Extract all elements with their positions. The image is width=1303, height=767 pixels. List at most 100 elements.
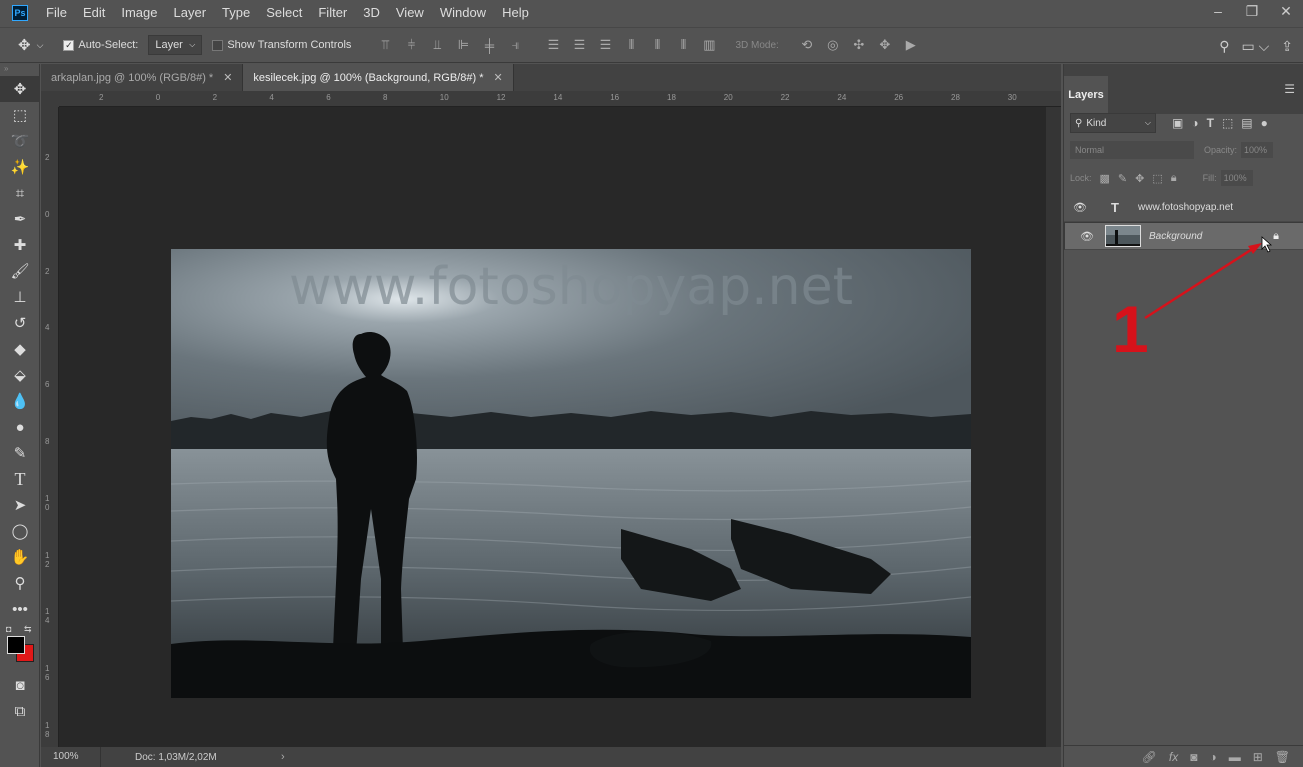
move-tool[interactable]: ✥ [0, 76, 40, 102]
menu-type[interactable]: Type [214, 0, 258, 26]
menu-filter[interactable]: Filter [310, 0, 355, 26]
auto-align-icon[interactable]: ▥ [697, 35, 721, 55]
blur-tool[interactable]: 💧 [0, 388, 40, 414]
show-transform-checkbox[interactable] [212, 39, 224, 51]
align-top-icon[interactable]: ⫪ [373, 35, 397, 55]
zoom-tool[interactable]: ⚲ [0, 570, 40, 596]
menu-layer[interactable]: Layer [166, 0, 215, 26]
auto-select-checkbox[interactable]: ✓ [63, 39, 75, 51]
shape-filter-icon[interactable]: ⬚ [1222, 116, 1233, 130]
align-left-icon[interactable]: ⊫ [451, 35, 475, 55]
dodge-tool[interactable]: ● [0, 414, 40, 440]
filter-toggle-icon[interactable]: ● [1261, 116, 1268, 130]
opacity-field[interactable]: 100% [1241, 142, 1274, 158]
close-button[interactable]: ✕ [1269, 0, 1303, 26]
menu-3d[interactable]: 3D [355, 0, 388, 26]
lock-position-icon[interactable]: ✥ [1135, 172, 1144, 185]
3d-pan-icon[interactable]: ✣ [847, 35, 871, 55]
search-icon[interactable]: ⚲ [1219, 38, 1229, 55]
default-colors-icon[interactable]: ◘ [6, 624, 11, 634]
close-icon[interactable]: ✕ [493, 71, 502, 84]
menu-select[interactable]: Select [258, 0, 310, 26]
crop-tool[interactable]: ⌗ [0, 180, 40, 206]
distribute-left-icon[interactable]: ⦀ [619, 35, 643, 55]
quick-mask-icon[interactable]: ◙ [0, 672, 40, 698]
menu-window[interactable]: Window [432, 0, 494, 26]
eye-icon[interactable]: 👁︎ [1071, 230, 1103, 243]
delete-layer-icon[interactable]: 🗑︎ [1275, 750, 1290, 764]
smart-object-filter-icon[interactable]: ▤ [1241, 116, 1252, 130]
distribute-right-icon[interactable]: ⦀ [671, 35, 695, 55]
lock-icon[interactable]: 🔒︎ [1273, 230, 1279, 243]
distribute-hcenter-icon[interactable]: ⦀ [645, 35, 669, 55]
share-icon[interactable]: ⇪ [1281, 38, 1293, 55]
blend-mode-dropdown[interactable]: Normal [1070, 141, 1194, 159]
menu-file[interactable]: File [38, 0, 75, 26]
swap-colors-icon[interactable]: ⇆ [24, 624, 32, 635]
auto-select-dropdown[interactable]: Layer ⌵ [148, 35, 203, 55]
toolbox-collapse-icon[interactable]: » [0, 64, 39, 76]
restore-button[interactable]: ❐ [1235, 0, 1269, 26]
align-bottom-icon[interactable]: ⫫ [425, 35, 449, 55]
healing-brush-tool[interactable]: ✚ [0, 232, 40, 258]
align-hcenter-icon[interactable]: ╪ [477, 35, 501, 55]
align-vcenter-icon[interactable]: ⫩ [399, 35, 423, 55]
tab-layers[interactable]: Layers [1064, 76, 1108, 114]
clone-stamp-tool[interactable]: ⊥ [0, 284, 40, 310]
lock-artboard-icon[interactable]: ⬚ [1152, 172, 1162, 185]
3d-slide-icon[interactable]: ✥ [873, 35, 897, 55]
move-tool-icon[interactable]: ✥ ⌵ [18, 36, 43, 54]
link-layers-icon[interactable]: 🔗︎ [1142, 750, 1157, 764]
tab-arkaplan[interactable]: arkaplan.jpg @ 100% (RGB/8#) * ✕ [41, 64, 244, 91]
lock-pixels-icon[interactable]: ✎ [1118, 172, 1127, 185]
distribute-vcenter-icon[interactable]: ☰ [567, 35, 591, 55]
canvas-image[interactable]: www.fotoshopyap.net [171, 249, 971, 698]
history-brush-tool[interactable]: ↺ [0, 310, 40, 336]
show-transform-option[interactable]: Show Transform Controls [212, 39, 351, 51]
pen-tool[interactable]: ✎ [0, 440, 40, 466]
status-expand-icon[interactable]: › [281, 751, 285, 763]
screen-mode-icon[interactable]: ⧉ [0, 698, 40, 724]
new-layer-icon[interactable]: ⊞ [1253, 750, 1263, 764]
path-selection-tool[interactable]: ➤ [0, 492, 40, 518]
brush-tool[interactable]: 🖌 [0, 258, 40, 284]
add-mask-icon[interactable]: ◙ [1190, 750, 1197, 764]
distribute-top-icon[interactable]: ☰ [541, 35, 565, 55]
more-tools-icon[interactable]: ••• [0, 596, 40, 622]
fx-icon[interactable]: fx [1169, 750, 1178, 764]
type-tool[interactable]: T [0, 466, 40, 492]
fill-field[interactable]: 100% [1220, 170, 1253, 186]
vertical-scrollbar[interactable] [1046, 107, 1061, 747]
lasso-tool[interactable]: ➰ [0, 128, 40, 154]
paint-bucket-tool[interactable]: ⬙ [0, 362, 40, 388]
3d-roll-icon[interactable]: ◎ [821, 35, 845, 55]
pixel-filter-icon[interactable]: ▣ [1172, 116, 1183, 130]
eyedropper-tool[interactable]: ✒ [0, 206, 40, 232]
minimize-button[interactable]: – [1201, 0, 1235, 26]
close-icon[interactable]: ✕ [223, 71, 232, 84]
marquee-tool[interactable]: ⬚ [0, 102, 40, 128]
menu-help[interactable]: Help [494, 0, 537, 26]
3d-rotate-icon[interactable]: ⟲ [795, 35, 819, 55]
distribute-bottom-icon[interactable]: ☰ [593, 35, 617, 55]
adjustment-filter-icon[interactable]: ◑ [1191, 116, 1198, 130]
menu-image[interactable]: Image [113, 0, 165, 26]
3d-scale-icon[interactable]: ▶ [899, 35, 923, 55]
layer-row-background[interactable]: 👁︎ Background 🔒︎ [1064, 222, 1303, 250]
hand-tool[interactable]: ✋ [0, 544, 40, 570]
magic-wand-tool[interactable]: ✨ [0, 154, 40, 180]
tab-kesilecek[interactable]: kesilecek.jpg @ 100% (Background, RGB/8#… [243, 64, 514, 91]
eraser-tool[interactable]: ◆ [0, 336, 40, 362]
lock-all-icon[interactable]: 🔒︎ [1171, 172, 1177, 185]
adjustment-layer-icon[interactable]: ◑ [1209, 750, 1216, 764]
kind-filter-dropdown[interactable]: ⚲ Kind ⌵ [1070, 113, 1156, 133]
type-filter-icon[interactable]: T [1207, 116, 1214, 130]
lock-transparency-icon[interactable]: ▩ [1100, 172, 1110, 185]
panel-menu-icon[interactable]: ☰ [1284, 82, 1295, 96]
layer-row-text[interactable]: 👁︎ T www.fotoshopyap.net [1064, 194, 1303, 222]
eye-icon[interactable]: 👁︎ [1064, 201, 1096, 214]
menu-edit[interactable]: Edit [75, 0, 113, 26]
align-right-icon[interactable]: ⫣ [503, 35, 527, 55]
zoom-level[interactable]: 100% [41, 747, 101, 767]
foreground-color-swatch[interactable] [7, 636, 25, 654]
